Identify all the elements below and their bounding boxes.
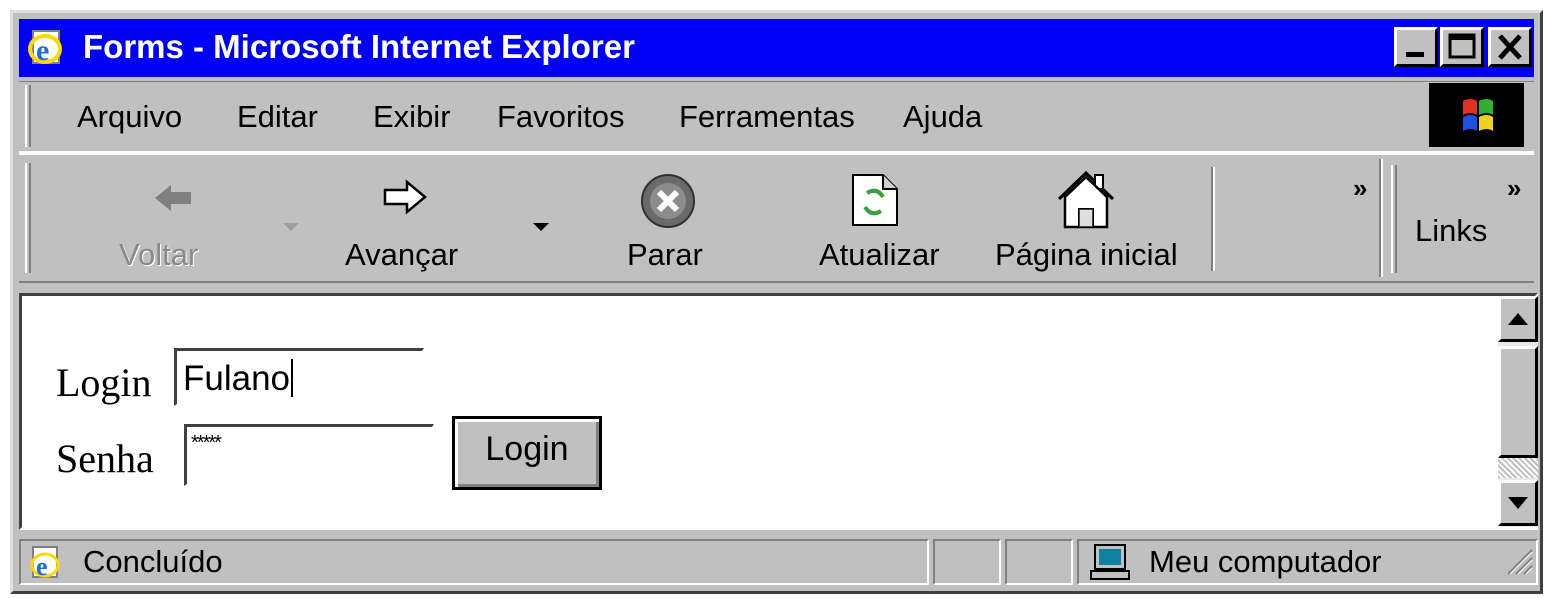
stop-button[interactable]: Parar <box>605 163 735 275</box>
links-label[interactable]: Links <box>1415 213 1487 249</box>
vertical-scrollbar[interactable] <box>1498 296 1538 527</box>
menu-exibir[interactable]: Exibir <box>373 99 451 135</box>
my-computer-icon <box>1089 543 1133 588</box>
zone-text: Meu computador <box>1149 544 1382 579</box>
toolbar-separator <box>1211 167 1215 271</box>
home-label: Página inicial <box>995 237 1178 272</box>
menu-ferramentas[interactable]: Ferramentas <box>679 99 855 135</box>
refresh-button[interactable]: Atualizar <box>805 163 945 275</box>
stop-label: Parar <box>627 237 703 272</box>
arrow-down-icon <box>1508 497 1528 509</box>
menu-favoritos[interactable]: Favoritos <box>497 99 624 135</box>
refresh-icon <box>852 174 898 226</box>
status-secure-panel <box>1005 539 1073 585</box>
links-more-icon[interactable]: » <box>1507 173 1522 204</box>
minimize-icon <box>1406 52 1424 57</box>
back-arrow-icon <box>155 185 191 211</box>
standard-toolbar: Voltar Avançar Parar Atualizar Página in… <box>19 153 1534 283</box>
login-input[interactable]: Fulano <box>174 348 424 406</box>
status-bar: e Concluído Meu computador <box>19 535 1538 589</box>
resize-grip-icon[interactable] <box>1500 542 1534 581</box>
login-label: Login <box>56 360 152 405</box>
browser-window: e Forms - Microsoft Internet Explorer Ar… <box>10 10 1543 594</box>
status-main-panel: e Concluído <box>19 539 929 585</box>
forward-dropdown-icon[interactable] <box>531 219 551 238</box>
status-text: Concluído <box>83 544 223 579</box>
toolbar-grip[interactable] <box>25 163 31 273</box>
toolbar-more-icon[interactable]: » <box>1353 173 1368 204</box>
home-button[interactable]: Página inicial <box>991 163 1191 275</box>
menu-ajuda[interactable]: Ajuda <box>903 99 982 135</box>
ie-page-icon: e <box>25 27 69 69</box>
page-content: Login Fulano Senha ***** Login <box>19 293 1538 530</box>
back-label: Voltar <box>119 237 199 272</box>
arrow-up-icon <box>1508 313 1528 325</box>
menu-bar: Arquivo Editar Exibir Favoritos Ferramen… <box>19 81 1534 153</box>
password-input-value: ***** <box>191 432 222 454</box>
back-dropdown-icon[interactable] <box>281 219 301 238</box>
ie-done-icon: e <box>27 545 65 586</box>
window-title: Forms - Microsoft Internet Explorer <box>83 28 635 65</box>
refresh-label: Atualizar <box>819 237 940 272</box>
scroll-thumb[interactable] <box>1498 346 1538 458</box>
back-button[interactable]: Voltar <box>115 163 245 275</box>
windows-logo-icon <box>1429 83 1524 147</box>
scroll-track[interactable] <box>1498 458 1538 478</box>
svg-text:e: e <box>36 34 49 67</box>
minimize-button[interactable] <box>1394 27 1438 67</box>
links-grip[interactable] <box>1391 165 1397 273</box>
login-button[interactable]: Login <box>452 416 602 490</box>
close-button[interactable] <box>1488 27 1532 67</box>
toolbar-separator-2 <box>1379 159 1383 277</box>
menubar-grip[interactable] <box>25 85 31 147</box>
home-icon <box>1057 170 1115 229</box>
status-progress-panel <box>933 539 1001 585</box>
status-zone-panel: Meu computador <box>1077 539 1538 585</box>
password-label: Senha <box>56 436 154 481</box>
password-input[interactable]: ***** <box>184 424 434 486</box>
scroll-down-button[interactable] <box>1498 480 1538 526</box>
close-icon <box>1498 34 1522 60</box>
svg-text:e: e <box>36 552 48 581</box>
title-bar[interactable]: e Forms - Microsoft Internet Explorer <box>19 19 1534 77</box>
login-input-value: Fulano <box>183 359 291 398</box>
menu-arquivo[interactable]: Arquivo <box>77 99 182 135</box>
scroll-up-button[interactable] <box>1498 296 1538 342</box>
maximize-icon <box>1448 33 1476 59</box>
forward-label: Avançar <box>345 237 459 272</box>
text-caret <box>291 359 294 397</box>
stop-icon <box>641 174 695 228</box>
menu-editar[interactable]: Editar <box>237 99 318 135</box>
forward-button[interactable]: Avançar <box>339 163 489 275</box>
maximize-button[interactable] <box>1440 27 1484 67</box>
forward-arrow-icon <box>383 179 427 215</box>
